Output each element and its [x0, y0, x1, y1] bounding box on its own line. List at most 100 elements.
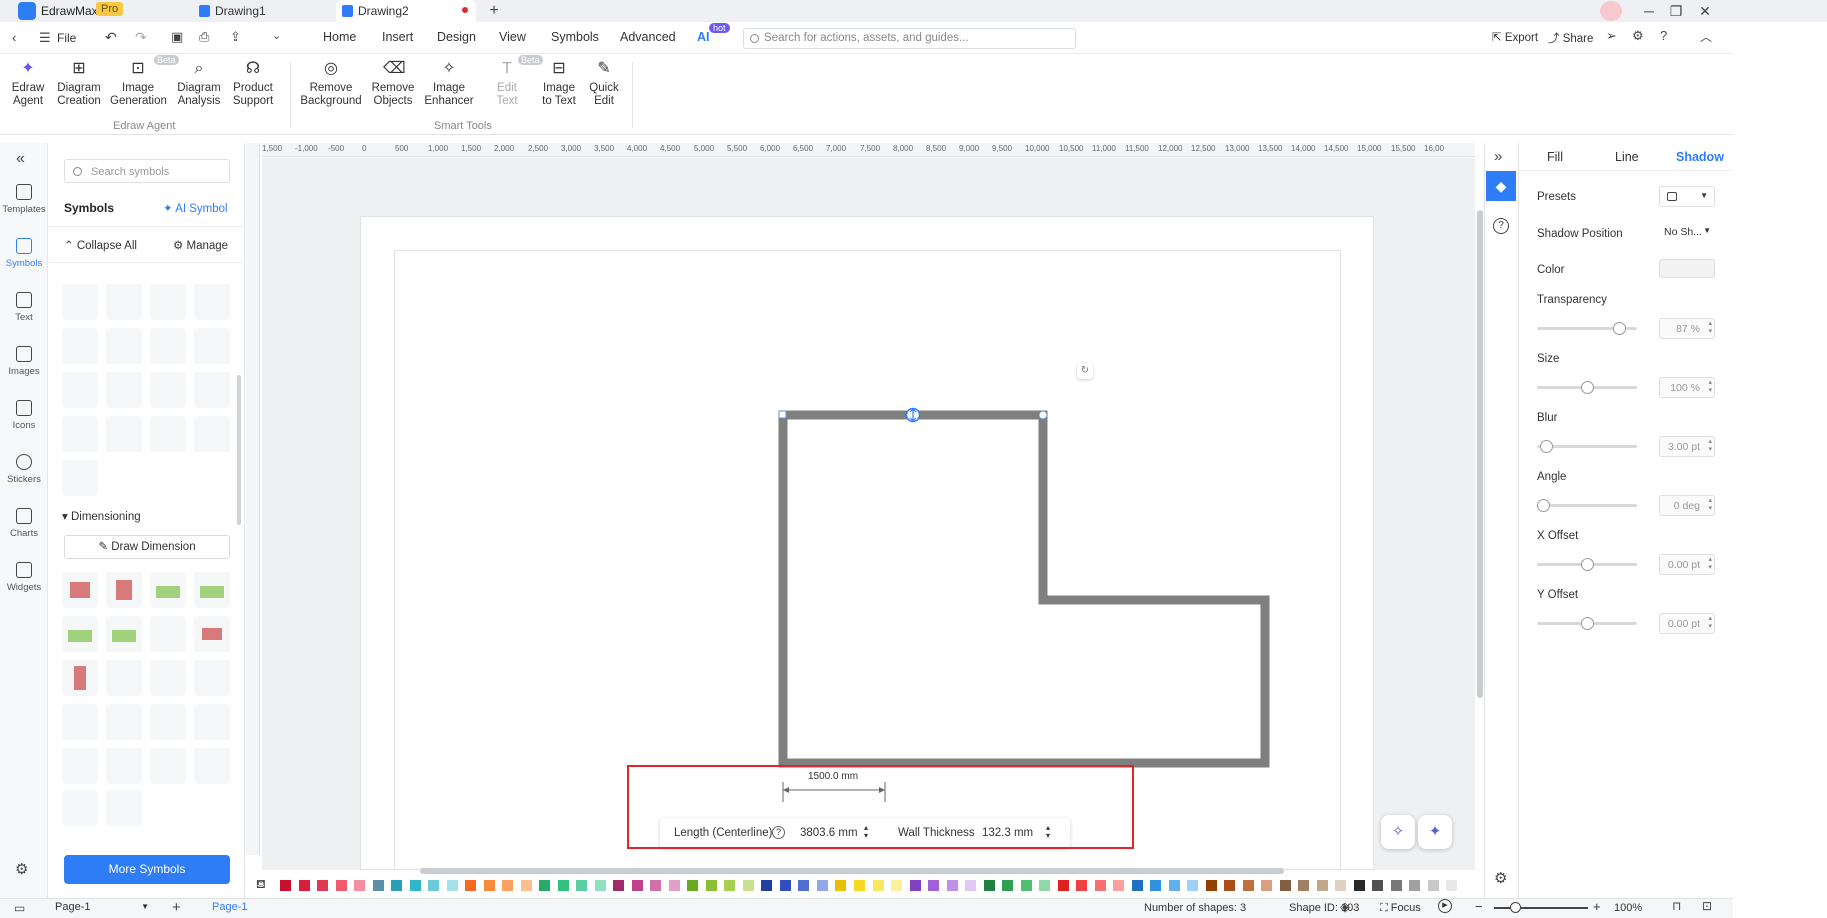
- color-swatch[interactable]: [558, 880, 569, 891]
- diagram-analysis-button[interactable]: ⌕ Diagram Analysis: [175, 60, 223, 108]
- shadow-prop-value[interactable]: 0 deg: [1659, 495, 1715, 516]
- help-icon[interactable]: ?: [1493, 218, 1509, 234]
- export-small-icon[interactable]: ⇪: [230, 29, 241, 45]
- symbol-tile[interactable]: [150, 328, 186, 364]
- restore-button[interactable]: ❐: [1661, 0, 1691, 22]
- color-swatch[interactable]: [317, 880, 328, 891]
- save-icon[interactable]: ▣: [171, 29, 183, 45]
- symbol-tile[interactable]: [150, 416, 186, 452]
- color-swatch[interactable]: [1169, 880, 1180, 891]
- color-swatch[interactable]: [817, 880, 828, 891]
- sidebar-item-symbols[interactable]: Symbols: [0, 238, 48, 269]
- export-button[interactable]: ⇱ Export: [1492, 30, 1538, 44]
- expand-panel-icon[interactable]: »: [1494, 148, 1502, 165]
- symbol-tile[interactable]: [150, 660, 186, 696]
- color-swatch[interactable]: [780, 880, 791, 891]
- sidebar-item-images[interactable]: Images: [0, 346, 48, 377]
- zoom-in-button[interactable]: +: [1593, 899, 1601, 914]
- symbol-tile[interactable]: [150, 704, 186, 740]
- rotate-handle[interactable]: ↻: [1077, 363, 1093, 379]
- settings-icon[interactable]: ⚙: [15, 860, 28, 878]
- shadow-prop-slider[interactable]: [1537, 381, 1637, 394]
- edit-text-button[interactable]: T Edit Text: [492, 60, 522, 108]
- symbol-tile[interactable]: [106, 284, 142, 320]
- color-swatch[interactable]: [650, 880, 661, 891]
- image-to-text-button[interactable]: ⊟ Image to Text: [538, 60, 580, 108]
- image-generation-button[interactable]: ⊡ Image Generation: [110, 60, 167, 108]
- color-swatch[interactable]: [410, 880, 421, 891]
- symbol-tile[interactable]: [62, 748, 98, 784]
- color-swatch[interactable]: [798, 880, 809, 891]
- vertical-scrollbar[interactable]: [1477, 210, 1483, 698]
- collapse-panel-icon[interactable]: «: [16, 150, 25, 168]
- shadow-prop-value[interactable]: 0.00 pt: [1659, 613, 1715, 634]
- collapse-all-button[interactable]: ⌃ Collapse All: [64, 238, 137, 252]
- color-swatch[interactable]: [632, 880, 643, 891]
- zoom-slider-knob[interactable]: [1510, 902, 1521, 913]
- selection-handle[interactable]: [1038, 410, 1048, 420]
- color-picker[interactable]: [1659, 259, 1715, 278]
- menu-ai[interactable]: AI: [697, 30, 710, 44]
- selection-handle[interactable]: [778, 410, 787, 419]
- symbol-tile[interactable]: [194, 284, 230, 320]
- symbol-tile[interactable]: [62, 616, 98, 652]
- color-swatch[interactable]: [613, 880, 624, 891]
- symbol-tile[interactable]: [106, 572, 142, 608]
- image-enhancer-button[interactable]: ✧ Image Enhancer: [424, 60, 474, 108]
- color-swatch[interactable]: [391, 880, 402, 891]
- shadow-prop-slider[interactable]: [1537, 440, 1637, 453]
- sidebar-item-stickers[interactable]: Stickers: [0, 454, 48, 485]
- symbol-tile[interactable]: [62, 660, 98, 696]
- undo-icon[interactable]: ↶: [105, 29, 117, 46]
- ai-symbol-button[interactable]: ✦ AI Symbol: [163, 201, 228, 215]
- color-swatch[interactable]: [1446, 880, 1457, 891]
- remove-background-button[interactable]: ◎ Remove Background: [300, 60, 362, 108]
- shadow-prop-slider[interactable]: [1537, 558, 1637, 571]
- color-swatch[interactable]: [1409, 880, 1420, 891]
- sidebar-item-charts[interactable]: Charts: [0, 508, 48, 539]
- zoom-out-button[interactable]: −: [1475, 899, 1483, 914]
- symbol-tile[interactable]: [106, 704, 142, 740]
- send-icon[interactable]: ➢: [1606, 28, 1617, 44]
- symbol-tile[interactable]: [62, 460, 98, 496]
- color-swatch[interactable]: [484, 880, 495, 891]
- slider-knob[interactable]: [1540, 440, 1553, 453]
- color-swatch[interactable]: [576, 880, 587, 891]
- symbol-tile[interactable]: [106, 328, 142, 364]
- color-swatch[interactable]: [1298, 880, 1309, 891]
- color-swatch[interactable]: [1261, 880, 1272, 891]
- color-swatch[interactable]: [299, 880, 310, 891]
- shadow-prop-value[interactable]: 3.00 pt: [1659, 436, 1715, 457]
- color-swatch[interactable]: [706, 880, 717, 891]
- edraw-agent-button[interactable]: ✦ Edraw Agent: [10, 60, 46, 108]
- color-swatch[interactable]: [1187, 880, 1198, 891]
- slider-knob[interactable]: [1581, 381, 1594, 394]
- color-swatch[interactable]: [1002, 880, 1013, 891]
- sidebar-item-icons[interactable]: Icons: [0, 400, 48, 431]
- sidebar-item-text[interactable]: Text: [0, 292, 48, 323]
- help-icon[interactable]: ?: [1660, 28, 1667, 43]
- print-icon[interactable]: ⎙: [199, 29, 209, 45]
- avatar[interactable]: [1600, 1, 1622, 21]
- color-swatch[interactable]: [1354, 880, 1365, 891]
- symbol-tile[interactable]: [106, 372, 142, 408]
- color-swatch[interactable]: [354, 880, 365, 891]
- color-swatch[interactable]: [1243, 880, 1254, 891]
- menu-icon[interactable]: ☰: [39, 30, 51, 46]
- slider-knob[interactable]: [1581, 617, 1594, 630]
- color-swatch[interactable]: [835, 880, 846, 891]
- symbol-tile[interactable]: [62, 284, 98, 320]
- symbol-tile[interactable]: [194, 372, 230, 408]
- color-swatch[interactable]: [1058, 880, 1069, 891]
- fill-bucket-icon[interactable]: ⛾: [256, 877, 266, 893]
- color-swatch[interactable]: [891, 880, 902, 891]
- page-selector[interactable]: Page-1 ▼: [55, 901, 149, 913]
- shadow-position-dropdown[interactable]: No Sh... ▼: [1659, 222, 1715, 243]
- symbol-tile[interactable]: [62, 328, 98, 364]
- color-swatch[interactable]: [373, 880, 384, 891]
- color-swatch[interactable]: [761, 880, 772, 891]
- color-swatch[interactable]: [724, 880, 735, 891]
- color-swatch[interactable]: [947, 880, 958, 891]
- symbol-tile[interactable]: [106, 616, 142, 652]
- color-swatch[interactable]: [669, 880, 680, 891]
